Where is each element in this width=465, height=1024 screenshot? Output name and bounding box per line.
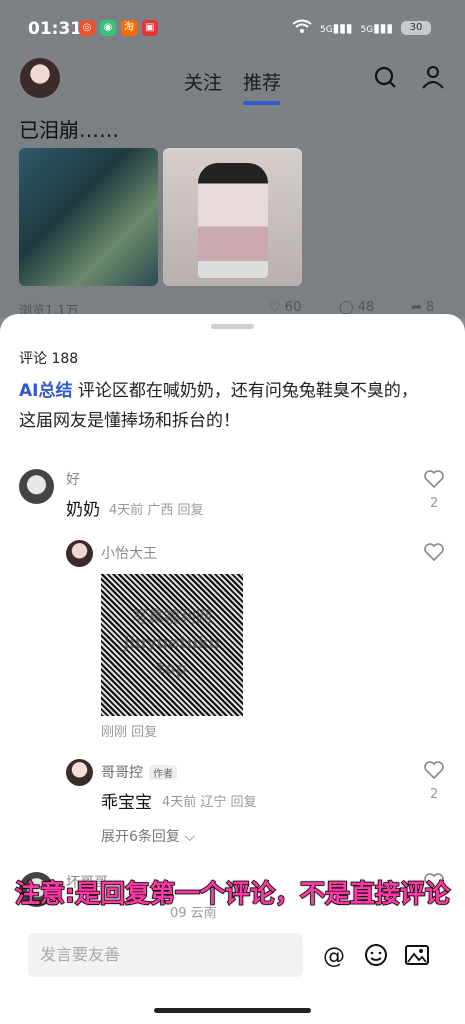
- active-tab-indicator: [243, 101, 280, 105]
- heart-icon[interactable]: [423, 542, 445, 562]
- comment-input-bar: 发言要友善 @: [0, 912, 465, 1024]
- image-watermark: 写真福利网 jiuyuetuku top: [123, 607, 221, 678]
- comment-like-count: 2: [430, 496, 439, 511]
- comment-text[interactable]: 奶奶: [66, 495, 100, 520]
- reply-text[interactable]: 乖宝宝: [101, 788, 152, 813]
- svg-text:@: @: [323, 944, 345, 968]
- tab-recommend[interactable]: 推荐: [243, 68, 281, 95]
- like-count[interactable]: ♡ 60: [269, 300, 349, 315]
- avatar[interactable]: [66, 759, 93, 786]
- avatar[interactable]: [66, 540, 93, 567]
- search-icon[interactable]: [372, 64, 398, 90]
- avatar[interactable]: [20, 58, 60, 98]
- top-nav: 关注 推荐: [0, 58, 465, 108]
- share-count[interactable]: ➦ 8: [411, 300, 451, 315]
- system-icons: 5G▮▮▮ 5G▮▮▮ 30: [292, 19, 431, 36]
- comment-input[interactable]: 发言要友善: [28, 933, 303, 977]
- heart-icon[interactable]: [423, 760, 445, 780]
- status-time: 01:31: [28, 19, 83, 39]
- feed-post: 已泪崩…… 浏览1.1万 ♡ 60 ◯ 48 ➦ 8: [0, 108, 465, 319]
- ai-summary-text: 评论区都在喊奶奶，还有问兔兔鞋臭不臭的，这届网友是懂捧场和拆台的！: [19, 381, 418, 431]
- avatar[interactable]: [19, 469, 54, 504]
- app-notification-icon: ▣: [142, 20, 158, 36]
- author-badge: 作者: [149, 765, 177, 780]
- emoji-icon[interactable]: [363, 942, 389, 968]
- heart-icon[interactable]: [423, 469, 445, 489]
- reply-image[interactable]: 写真福利网 jiuyuetuku top: [101, 574, 243, 716]
- mention-icon[interactable]: @: [321, 942, 347, 968]
- comment-meta[interactable]: 4天前 广西 回复: [109, 499, 204, 518]
- overlay-caption: 注意:是回复第一个评论，不是直接评论: [14, 878, 451, 909]
- chevron-down-icon: ⌵: [184, 829, 195, 845]
- post-image[interactable]: [19, 148, 158, 286]
- profile-icon[interactable]: [420, 64, 446, 90]
- reply-like-count: 2: [430, 787, 439, 802]
- reply-meta[interactable]: 刚刚 回复: [101, 721, 157, 740]
- tab-follow[interactable]: 关注: [184, 68, 222, 95]
- app-notification-icon: ◉: [100, 20, 116, 36]
- drag-handle[interactable]: [211, 324, 254, 329]
- reply-author[interactable]: 哥哥控 作者: [101, 762, 177, 782]
- signal-icon: 5G▮▮▮: [319, 20, 353, 35]
- reply-meta[interactable]: 4天前 辽宁 回复: [162, 791, 257, 810]
- home-indicator[interactable]: [154, 1008, 311, 1013]
- reply-author[interactable]: 小怡大王: [101, 543, 157, 563]
- battery-icon: 30: [401, 20, 431, 35]
- comment-count[interactable]: ◯ 48: [339, 300, 419, 315]
- status-bar: 01:31 ◎ ◉ 淘 ▣ 5G▮▮▮ 5G▮▮▮ 30: [0, 0, 465, 58]
- post-text: 已泪崩……: [19, 118, 119, 142]
- post-image[interactable]: [163, 148, 302, 286]
- image-icon[interactable]: [404, 942, 430, 968]
- comment-count-label: 评论 188: [19, 351, 79, 367]
- ai-summary: AI总结 评论区都在喊奶奶，还有问兔兔鞋臭不臭的，这届网友是懂捧场和拆台的！: [19, 376, 429, 436]
- comment-author[interactable]: 好: [66, 469, 80, 489]
- ai-summary-label: AI总结: [19, 381, 73, 401]
- app-notification-icon: ◎: [79, 20, 95, 36]
- taobao-icon: 淘: [121, 20, 137, 36]
- wifi-icon: [292, 19, 312, 36]
- expand-replies-button[interactable]: 展开6条回复 ⌵: [101, 826, 195, 846]
- signal-icon: 5G▮▮▮: [360, 20, 393, 35]
